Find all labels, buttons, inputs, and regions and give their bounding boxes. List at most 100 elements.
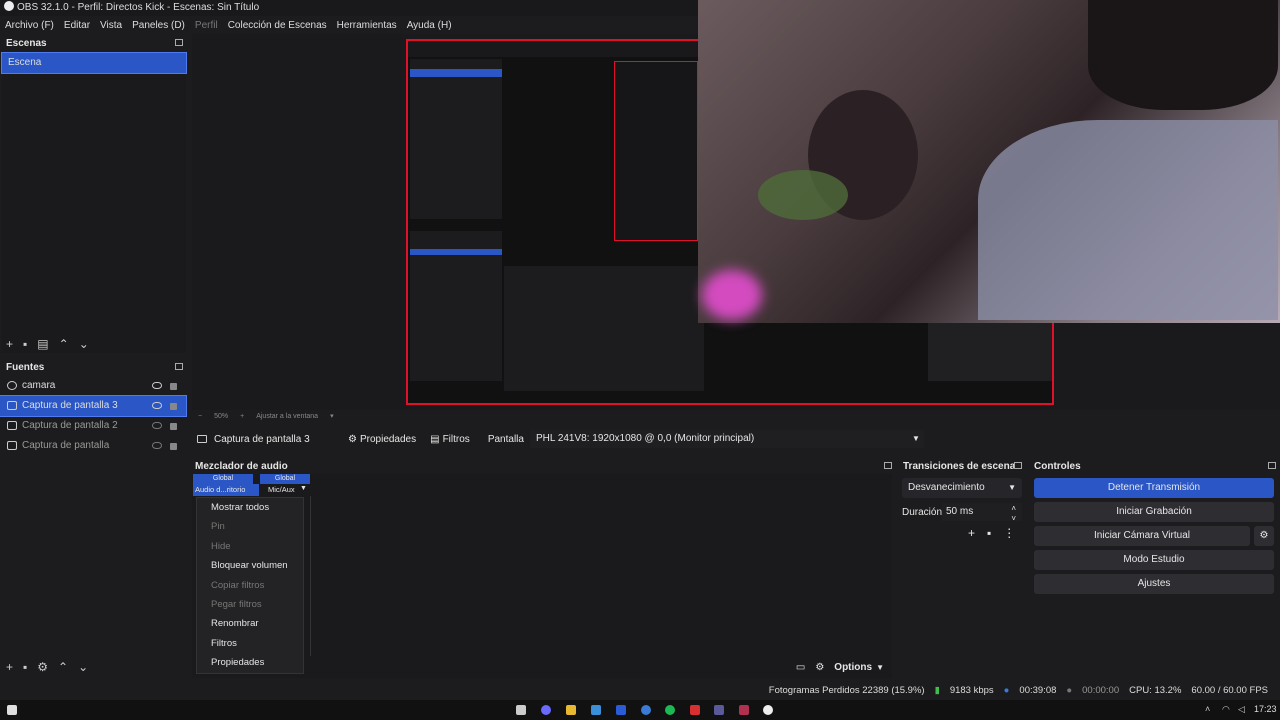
- menu-item-copy-filters[interactable]: Copiar filtros: [197, 576, 303, 595]
- hidden-eye-icon[interactable]: [152, 442, 162, 449]
- move-down-icon[interactable]: ⌄: [79, 337, 89, 351]
- visibility-eye-icon[interactable]: [152, 382, 162, 389]
- settings-button[interactable]: Ajustes: [1034, 574, 1274, 594]
- sources-list: camara Captura de pantalla 3 Captura de …: [0, 376, 187, 456]
- scene-item[interactable]: Escena: [1, 52, 187, 74]
- lock-icon[interactable]: [170, 443, 177, 450]
- chevron-down-icon[interactable]: ▾: [330, 412, 334, 420]
- display-select[interactable]: PHL 241V8: 1920x1080 @ 0,0 (Monitor prin…: [529, 430, 924, 448]
- advanced-audio-icon[interactable]: ⚙: [815, 662, 824, 673]
- menu-bar: Archivo (F) Editar Vista Paneles (D) Per…: [0, 16, 700, 34]
- move-up-icon[interactable]: ⌃: [58, 660, 68, 674]
- menu-item-pin[interactable]: Pin: [197, 517, 303, 536]
- lock-icon[interactable]: [170, 403, 177, 410]
- context-menu: Mostrar todos Pin Hide Bloquear volumen …: [196, 497, 304, 674]
- taskbar: ˄ ◠ ◁ 17:23: [0, 700, 1280, 720]
- windows-start-icon[interactable]: [7, 705, 17, 715]
- menu-item-lock-volume[interactable]: Bloquear volumen: [197, 556, 303, 575]
- discord-icon[interactable]: [541, 705, 551, 715]
- menu-paneles[interactable]: Paneles (D): [127, 20, 190, 31]
- mixer-channel-mic[interactable]: Mic/Aux: [268, 485, 295, 494]
- steam-icon[interactable]: [591, 705, 601, 715]
- mixer-channel-desktop[interactable]: Audio d...ritorio: [193, 484, 259, 496]
- trash-icon[interactable]: ▪: [987, 526, 991, 540]
- more-icon[interactable]: ⋮: [1003, 526, 1015, 540]
- options-button[interactable]: Options: [834, 662, 872, 673]
- filter-icon[interactable]: ▤: [37, 337, 48, 351]
- move-up-icon[interactable]: ⌃: [59, 337, 69, 351]
- scenes-title: Escenas: [6, 38, 47, 49]
- menu-ayuda[interactable]: Ayuda (H): [402, 20, 457, 31]
- duration-spinbox[interactable]: 50 ms ˄ ˅: [942, 503, 1022, 523]
- layout-icon[interactable]: ▭: [796, 662, 805, 673]
- menu-item-filters[interactable]: Filtros: [197, 634, 303, 653]
- menu-coleccion[interactable]: Colección de Escenas: [223, 20, 332, 31]
- app-icon[interactable]: [616, 705, 626, 715]
- menu-archivo[interactable]: Archivo (F): [0, 20, 59, 31]
- source-item[interactable]: camara: [0, 376, 186, 396]
- stop-streaming-button[interactable]: Detener Transmisión: [1034, 478, 1274, 498]
- virtual-camera-gear-icon[interactable]: ⚙: [1254, 526, 1274, 546]
- menu-perfil[interactable]: Perfil: [190, 20, 223, 31]
- bitrate: 9183 kbps: [949, 684, 994, 696]
- menu-item-hide[interactable]: Hide: [197, 537, 303, 556]
- studio-mode-button[interactable]: Modo Estudio: [1034, 550, 1274, 570]
- wifi-icon[interactable]: ◠: [1222, 704, 1230, 715]
- context-source-name: Captura de pantalla 3: [214, 433, 310, 445]
- zoom-in-icon[interactable]: +: [240, 413, 244, 420]
- menu-herramientas[interactable]: Herramientas: [332, 20, 402, 31]
- lock-icon[interactable]: [170, 423, 177, 430]
- gear-icon[interactable]: ⚙: [37, 660, 48, 674]
- start-recording-button[interactable]: Iniciar Grabación: [1034, 502, 1274, 522]
- app-icon[interactable]: [714, 705, 724, 715]
- mixer-global-badge: Global: [260, 474, 310, 484]
- trash-icon[interactable]: ▪: [23, 337, 27, 351]
- dock-float-icon[interactable]: [175, 363, 183, 370]
- chevron-up-icon[interactable]: ˄: [1205, 704, 1210, 714]
- start-virtual-camera-button[interactable]: Iniciar Cámara Virtual: [1034, 526, 1250, 546]
- app-icon[interactable]: [690, 705, 700, 715]
- source-item[interactable]: Captura de pantalla 2: [0, 416, 186, 436]
- menu-item-rename[interactable]: Renombrar: [197, 614, 303, 633]
- trash-icon[interactable]: ▪: [23, 660, 27, 674]
- browser-icon[interactable]: [641, 705, 651, 715]
- source-item[interactable]: Captura de pantalla 3: [0, 395, 187, 417]
- zoom-out-icon[interactable]: −: [198, 413, 202, 420]
- menu-editar[interactable]: Editar: [59, 20, 95, 31]
- add-icon[interactable]: +: [6, 660, 13, 674]
- controls-dock: Controles Detener Transmisión Iniciar Gr…: [1030, 456, 1280, 678]
- spotify-icon[interactable]: [665, 705, 675, 715]
- dock-float-icon[interactable]: [1014, 462, 1022, 469]
- app-icon[interactable]: [739, 705, 749, 715]
- obs-icon[interactable]: [763, 705, 773, 715]
- filters-button[interactable]: ▤ Filtros: [430, 434, 470, 445]
- controls-title: Controles: [1034, 461, 1081, 472]
- transition-select[interactable]: Desvanecimiento ▼: [902, 478, 1022, 498]
- transition-toolbar: + ▪ ⋮: [968, 526, 1015, 540]
- visibility-eye-icon[interactable]: [152, 402, 162, 409]
- menu-item-show-all[interactable]: Mostrar todos: [197, 498, 303, 517]
- sources-dock: Fuentes camara Captura de pantalla 3 Cap…: [0, 358, 188, 678]
- monitor-icon: [7, 421, 17, 430]
- properties-button[interactable]: ⚙ Propiedades: [348, 434, 416, 445]
- add-icon[interactable]: +: [968, 526, 975, 540]
- hidden-eye-icon[interactable]: [152, 422, 162, 429]
- volume-icon[interactable]: ◁: [1238, 704, 1245, 715]
- menu-item-properties[interactable]: Propiedades: [197, 653, 303, 672]
- scenes-toolbar: + ▪ ▤ ⌃ ⌄: [6, 337, 89, 351]
- move-down-icon[interactable]: ⌄: [78, 660, 88, 674]
- zoom-level: 50%: [214, 412, 229, 420]
- lock-icon[interactable]: [170, 383, 177, 390]
- menu-vista[interactable]: Vista: [95, 20, 127, 31]
- source-item[interactable]: Captura de pantalla: [0, 436, 186, 456]
- menu-item-paste-filters[interactable]: Pegar filtros: [197, 595, 303, 614]
- add-icon[interactable]: +: [6, 337, 13, 351]
- chevron-down-icon[interactable]: ▼: [300, 485, 307, 492]
- dock-float-icon[interactable]: [1268, 462, 1276, 469]
- fit-window[interactable]: Ajustar a la ventana: [256, 413, 318, 420]
- folder-icon[interactable]: [566, 705, 576, 715]
- dock-float-icon[interactable]: [884, 462, 892, 469]
- recording-icon: ●: [1066, 684, 1073, 696]
- file-explorer-icon[interactable]: [516, 705, 526, 715]
- dock-float-icon[interactable]: [175, 39, 183, 46]
